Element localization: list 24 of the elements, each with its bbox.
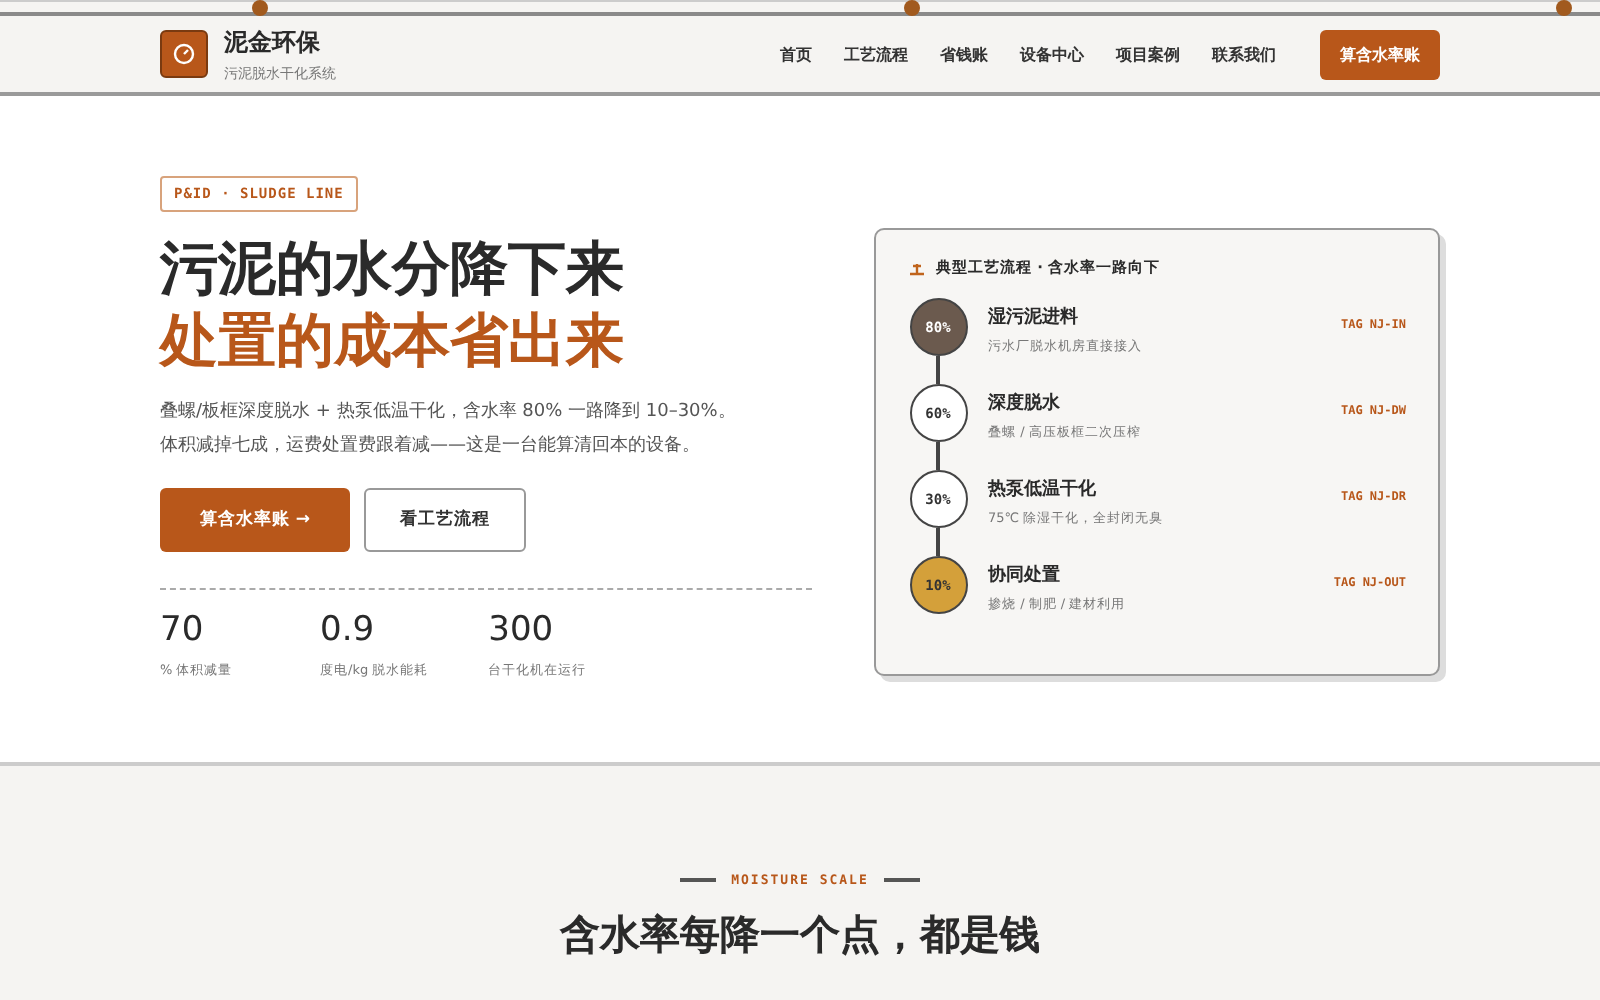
nav-link[interactable]: 首页 [780, 43, 812, 65]
stat-value: 300 [488, 610, 556, 650]
stat-value: 70 [160, 610, 206, 650]
stage-name: 协同处置 [988, 562, 1062, 588]
process-button[interactable]: 看工艺流程 [364, 488, 526, 552]
hero-description: 叠螺/板框深度脱水 + 热泵低温干化，含水率 80% 一路降到 10–30%。 [160, 399, 736, 426]
nav-link[interactable]: 设备中心 [1020, 43, 1084, 65]
section-title: 含水率每降一个点，都是钱 [560, 908, 1040, 962]
stage-name: 热泵低温干化 [988, 477, 1098, 502]
gauge-logo-icon [160, 30, 208, 78]
hero-title: 污泥的水分降下来 [160, 232, 624, 304]
hero-description: 体积减掉七成，运费处置费跟着减——这是一台能算清回本的设备。 [160, 433, 700, 460]
stat-value: 0.9 [320, 610, 377, 650]
stage-name: 深度脱水 [988, 390, 1062, 416]
valve-icon [908, 259, 926, 277]
hero-title: 处置的成本省出来 [160, 304, 624, 376]
stage-name: 湿污泥进料 [988, 304, 1080, 330]
calculate-button[interactable]: 算含水率账 [1320, 29, 1440, 79]
nav-link[interactable]: 工艺流程 [844, 43, 908, 65]
nav-link[interactable]: 省钱账 [940, 43, 988, 65]
brand-name: 泥金环保 [224, 25, 322, 59]
nav-link[interactable]: 项目案例 [1116, 43, 1180, 65]
nav-link[interactable]: 联系我们 [1212, 43, 1276, 65]
calculate-button[interactable]: 算含水率账 → [160, 488, 350, 552]
